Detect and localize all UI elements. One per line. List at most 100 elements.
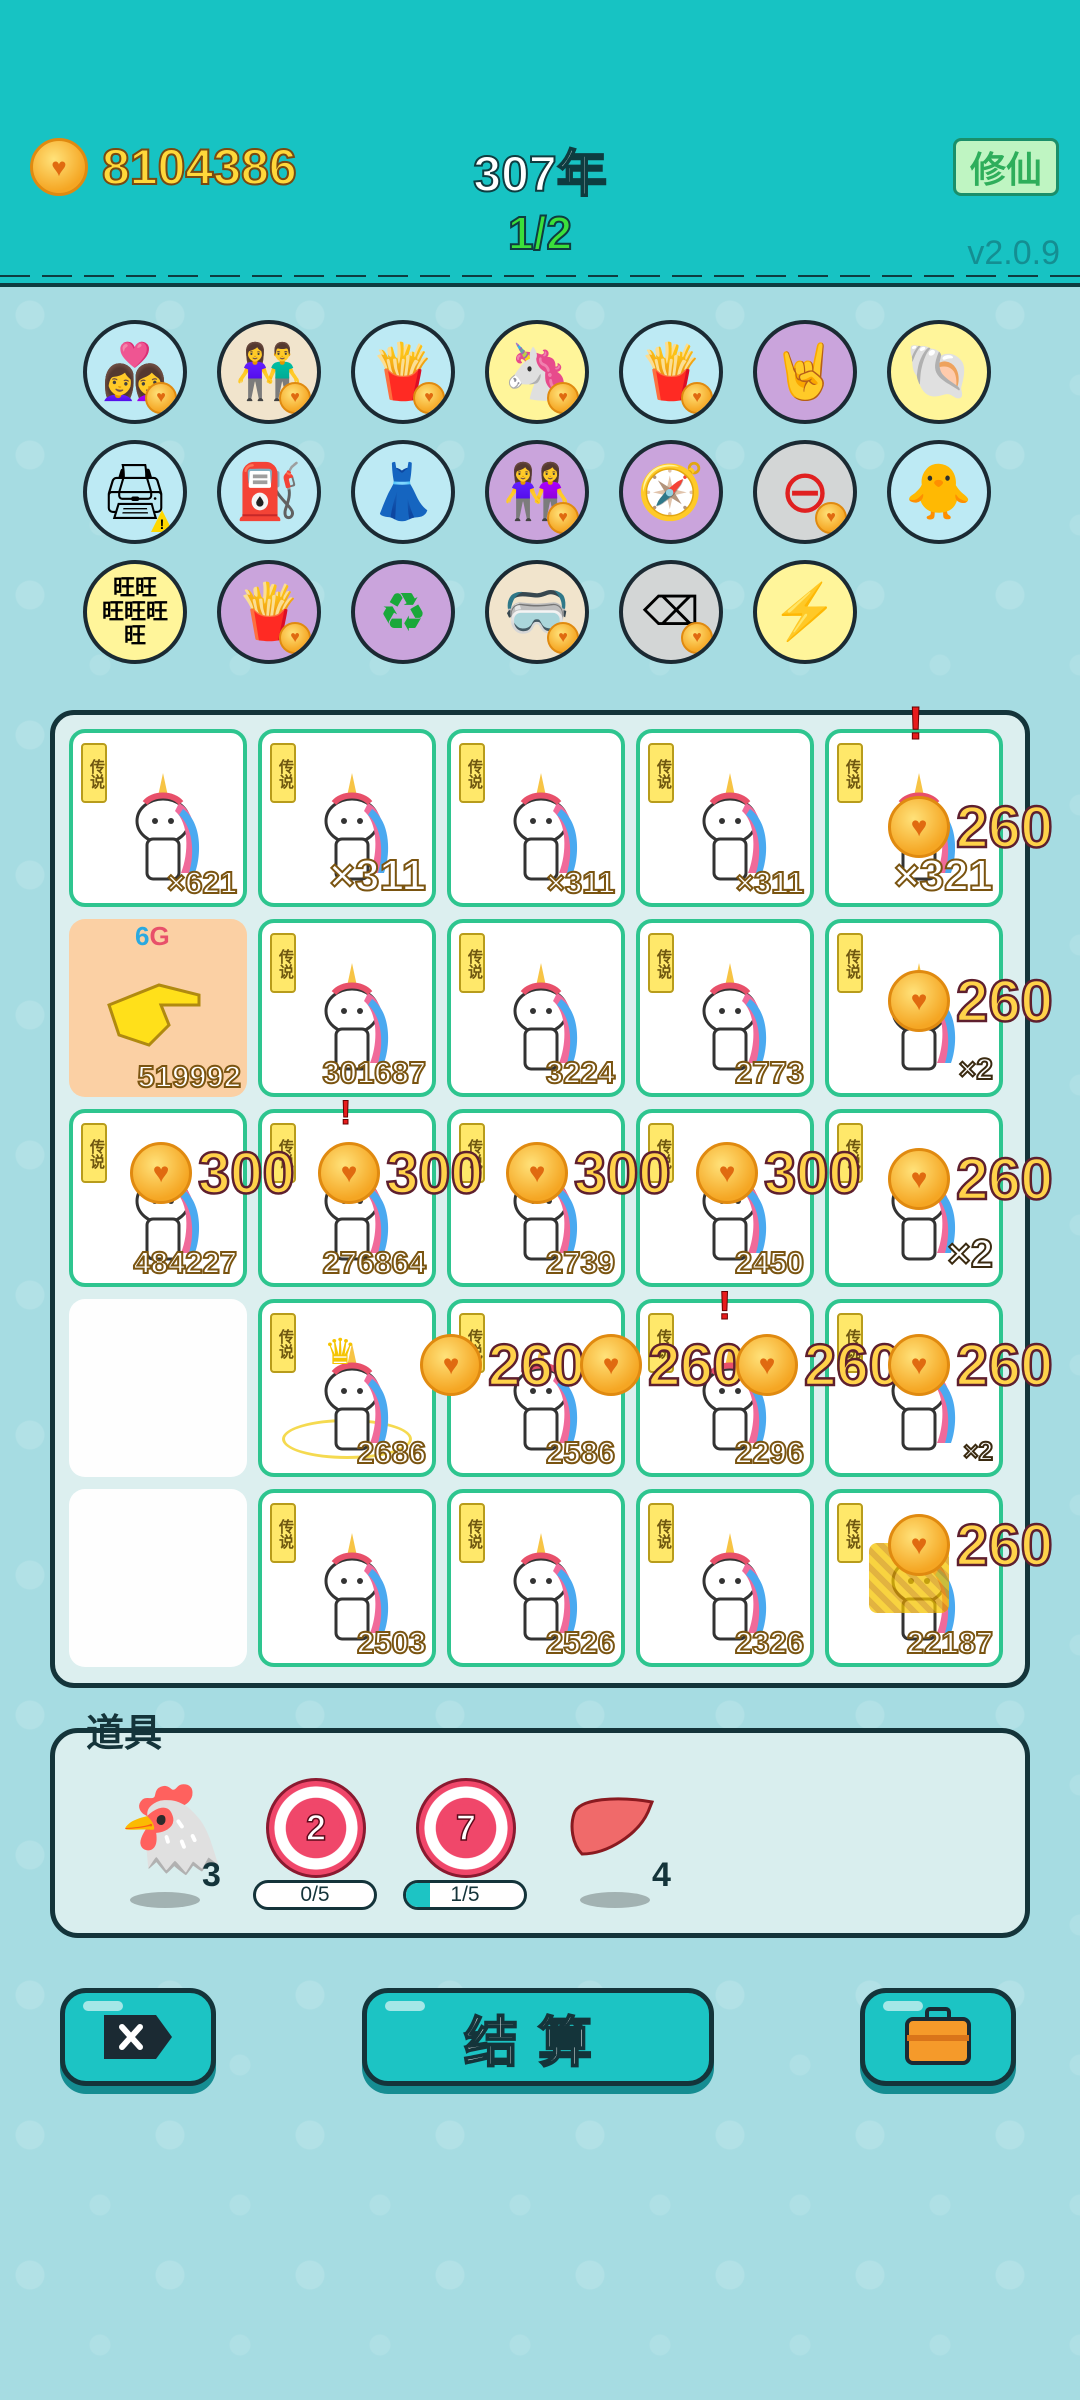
income-value: 260: [803, 1331, 902, 1399]
alert-icon: !: [907, 697, 924, 750]
coin-icon: ♥: [420, 1334, 482, 1396]
unicorn-icon[interactable]: 🦄 ♥: [485, 320, 589, 424]
pointer-cell[interactable]: 6G 519992: [69, 919, 247, 1097]
coin-icon: ♥: [506, 1142, 568, 1204]
coin-icon: ♥: [888, 796, 950, 858]
legend-tag: 传说: [270, 933, 296, 993]
warning-icon: !: [151, 510, 173, 532]
empty-cell[interactable]: [69, 1299, 247, 1477]
unicorn-cell[interactable]: 传说 3224: [447, 919, 625, 1097]
couple-icon[interactable]: 👩‍❤️‍👩 ♥: [83, 320, 187, 424]
unicorn-cell[interactable]: 传说 ♛ 2686: [258, 1299, 436, 1477]
income-popup: ♥ 260: [580, 1330, 746, 1400]
unit-count: 2296: [734, 1434, 805, 1471]
rock-hand-icon[interactable]: 🤘: [753, 320, 857, 424]
unicorn-cell[interactable]: 传说 ×311: [636, 729, 814, 907]
legend-tag: 传说: [81, 743, 107, 803]
coin-icon: ♥: [888, 1514, 950, 1576]
legend-tag: 传说: [270, 1503, 296, 1563]
unit-count: 2686: [356, 1434, 427, 1471]
coin-icon: ♥: [696, 1142, 758, 1204]
skirt-icon[interactable]: 👗: [351, 440, 455, 544]
income-popup: ♥ 260: [888, 1144, 1054, 1214]
unicorn-cell[interactable]: 传说 ×311: [258, 729, 436, 907]
unit-count: 2773: [734, 1054, 805, 1091]
stage-progress: 1/2: [507, 206, 573, 260]
income-popup: ♥ 300: [506, 1138, 672, 1208]
liver-icon[interactable]: [568, 1794, 656, 1858]
heart-badge-icon: ♥: [547, 622, 579, 654]
heart-badge-icon: ♥: [547, 382, 579, 414]
shadow: [580, 1892, 650, 1908]
empty-cell[interactable]: [69, 1489, 247, 1667]
heart-badge-icon: ♥: [413, 382, 445, 414]
legend-tag: 传说: [648, 743, 674, 803]
heart-badge-icon: ♥: [145, 382, 177, 414]
unicorn-cell[interactable]: 传说 2326: [636, 1489, 814, 1667]
unicorn-cell[interactable]: 传说 2773: [636, 919, 814, 1097]
minus-icon[interactable]: ⊖ ♥: [753, 440, 857, 544]
button-shine: [83, 2001, 123, 2011]
alert-icon: !: [717, 1284, 732, 1329]
legend-tag: 传说: [837, 743, 863, 803]
couple-icon[interactable]: 👫 ♥: [217, 320, 321, 424]
fries-icon[interactable]: 🍟 ♥: [619, 320, 723, 424]
printer-icon[interactable]: 🖨!: [83, 440, 187, 544]
coin-icon: ♥: [736, 1334, 798, 1396]
couple-icon[interactable]: 👭 ♥: [485, 440, 589, 544]
lightning-icon[interactable]: ⚡: [753, 560, 857, 664]
target-icon[interactable]: 7: [416, 1778, 516, 1878]
unicorn-cell[interactable]: 传说 2526: [447, 1489, 625, 1667]
unicorn-cell[interactable]: 传说 ×311: [447, 729, 625, 907]
xiuxian-button[interactable]: 修仙: [953, 138, 1059, 196]
goggles-icon[interactable]: 🥽 ♥: [485, 560, 589, 664]
compass-icon[interactable]: 🧭: [619, 440, 723, 544]
briefcase-icon: [905, 2007, 971, 2065]
recycle-icon[interactable]: ♻: [351, 560, 455, 664]
version-label: v2.0.9: [967, 234, 1060, 272]
fries-icon[interactable]: 🍟 ♥: [351, 320, 455, 424]
wang-text-icon[interactable]: 旺旺 旺旺旺旺: [83, 560, 187, 664]
target-icon[interactable]: 2: [266, 1778, 366, 1878]
income-popup: ♥ 260: [888, 1510, 1054, 1580]
legend-tag: 传说: [459, 743, 485, 803]
settle-label: 结算: [463, 2012, 612, 2074]
legend-tag: 传说: [81, 1123, 107, 1183]
unicorn-cell[interactable]: 传说 2503: [258, 1489, 436, 1667]
target-progress-label: 1/5: [450, 1883, 480, 1906]
legend-tag: 传说: [270, 743, 296, 803]
unit-count: 519992: [137, 1058, 242, 1095]
unit-count: 2526: [545, 1624, 616, 1661]
target-progress-bar: 1/5: [403, 1880, 527, 1910]
legend-tag: 传说: [270, 1313, 296, 1373]
coin-icon: ♥: [580, 1334, 642, 1396]
unicorn-cell[interactable]: 传说 ×621: [69, 729, 247, 907]
unicorn-cell[interactable]: 传说 301687: [258, 919, 436, 1097]
income-value: 300: [573, 1139, 672, 1207]
legend-tag: 传说: [837, 1503, 863, 1563]
button-shine: [883, 2001, 923, 2011]
income-value: 300: [385, 1139, 484, 1207]
chick-egg-icon[interactable]: 🐥: [887, 440, 991, 544]
heart-badge-icon: ♥: [279, 622, 311, 654]
chicken-count: 3: [202, 1856, 221, 1894]
delete-tag-icon: [104, 2015, 172, 2059]
fries-icon[interactable]: 🍟 ♥: [217, 560, 321, 664]
unit-count: ×311: [328, 850, 427, 901]
coin-icon: ♥: [30, 138, 88, 196]
progress-fill: [406, 1883, 430, 1907]
unit-count: ×311: [546, 864, 616, 901]
delete-button[interactable]: [60, 1988, 216, 2086]
coin-icon: ♥: [130, 1142, 192, 1204]
briefcase-button[interactable]: [860, 1988, 1016, 2086]
income-popup: ♥ 260: [888, 1330, 1054, 1400]
coin-icon: ♥: [888, 1148, 950, 1210]
target-progress-label: 0/5: [300, 1883, 330, 1906]
unit-count: 3224: [545, 1054, 616, 1091]
pump-icon[interactable]: ⛽: [217, 440, 321, 544]
income-value: 260: [647, 1331, 746, 1399]
delete-tag-icon[interactable]: ⌫ ♥: [619, 560, 723, 664]
shell-icon[interactable]: 🐚: [887, 320, 991, 424]
settle-button[interactable]: 结算: [362, 1988, 714, 2086]
target-progress-bar: 0/5: [253, 1880, 377, 1910]
